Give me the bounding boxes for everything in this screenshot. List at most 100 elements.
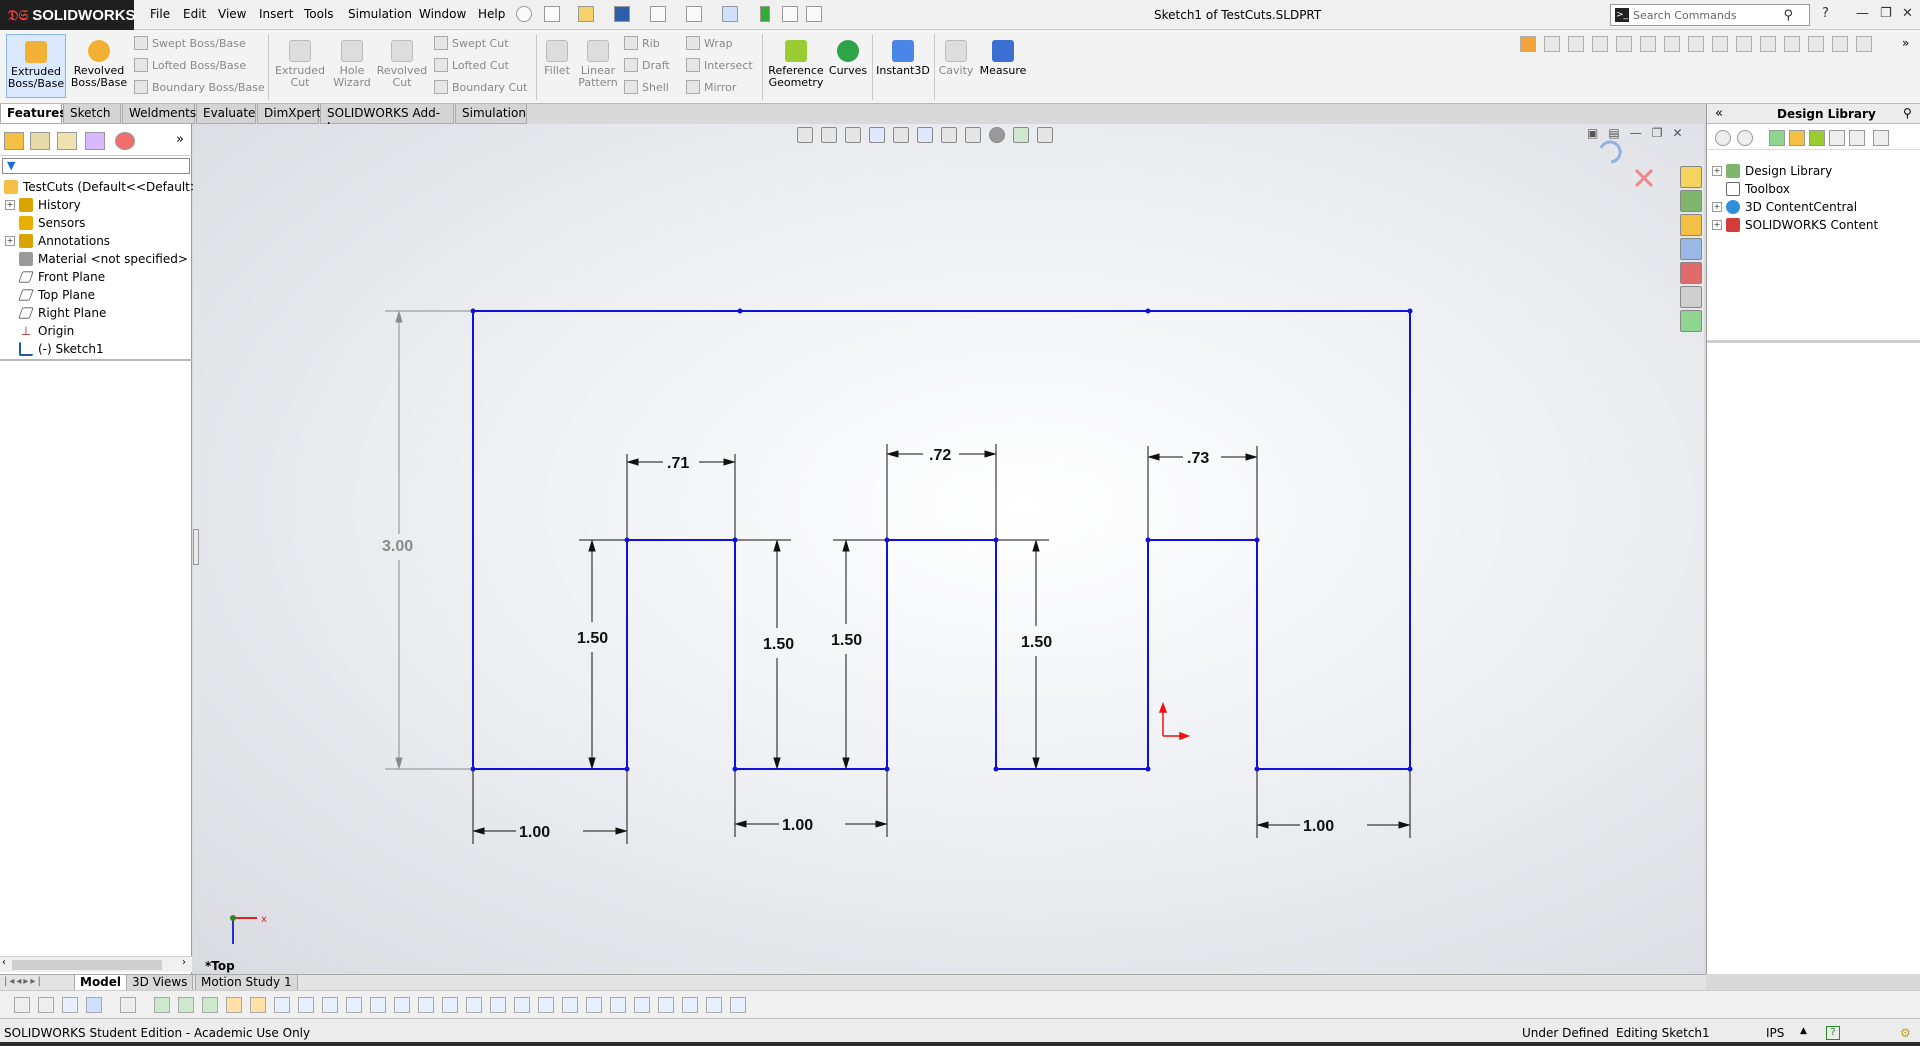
rib-button[interactable]: Rib	[624, 36, 660, 50]
close-icon[interactable]: ✕	[1902, 6, 1913, 24]
sketch-point[interactable]	[624, 537, 630, 543]
search-input[interactable]: Search Commands	[1633, 9, 1737, 22]
hide-show-items-icon[interactable]	[965, 127, 981, 143]
linear-pattern-button[interactable]: Linear Pattern	[576, 34, 620, 89]
tree-item-origin[interactable]: ⊥ Origin	[0, 322, 75, 340]
tree-filter-input[interactable]: ▼	[2, 158, 190, 174]
sketch-point[interactable]	[732, 766, 738, 772]
part-icon[interactable]	[1520, 36, 1536, 52]
scroll-right-icon[interactable]: ›	[182, 957, 186, 968]
view-orientation-icon[interactable]	[917, 127, 933, 143]
tab-weldments[interactable]: Weldments	[122, 104, 196, 124]
tree-item-front-plane[interactable]: Front Plane	[0, 268, 105, 286]
sketch-point[interactable]	[993, 766, 999, 772]
tree-divider[interactable]	[0, 359, 192, 361]
display-manager-icon[interactable]	[115, 132, 135, 150]
sketch-tool-icon[interactable]	[346, 997, 362, 1013]
sketch-tool-icon[interactable]	[154, 997, 170, 1013]
toolbar-icon[interactable]	[1808, 36, 1824, 52]
toolbox-config-icon[interactable]	[1873, 130, 1889, 146]
sketch-tool-icon[interactable]	[634, 997, 650, 1013]
sketch-tool-icon[interactable]	[202, 997, 218, 1013]
view-settings-icon[interactable]	[1037, 127, 1053, 143]
library-item-3d-contentcentral[interactable]: + 3D ContentCentral	[1707, 198, 1857, 216]
toolbar-icon[interactable]	[1592, 36, 1608, 52]
edit-appearance-icon[interactable]	[989, 127, 1005, 143]
sketch-tool-icon[interactable]	[394, 997, 410, 1013]
horizontal-scrollbar[interactable]: ‹ ›	[0, 956, 192, 972]
menu-insert[interactable]: Insert	[259, 7, 293, 21]
sketch-tool-icon[interactable]	[226, 997, 242, 1013]
rebuild-status-icon[interactable]: ⚙	[1900, 1026, 1911, 1040]
dimension-text[interactable]: 1.50	[763, 636, 794, 653]
tab-sketch[interactable]: Sketch	[63, 104, 121, 124]
dimension-labels[interactable]: .71 .72 .73 1.50 1.50 1.50 1.50 1.00 1.0…	[519, 447, 1334, 841]
mirror-button[interactable]: Mirror	[686, 80, 736, 94]
file-properties-icon[interactable]	[782, 6, 798, 22]
dimension-text[interactable]: 1.50	[1021, 634, 1052, 651]
boundary-boss-button[interactable]: Boundary Boss/Base	[134, 80, 265, 94]
fillet-button[interactable]: Fillet	[540, 34, 574, 77]
tab-addins[interactable]: SOLIDWORKS Add-Ins	[320, 104, 454, 134]
sketch-point[interactable]	[470, 766, 476, 772]
resources-tab-icon[interactable]	[1680, 166, 1702, 188]
create-folder-icon[interactable]	[1809, 130, 1825, 146]
sketch-point[interactable]	[993, 537, 999, 543]
view-palette-tab-icon[interactable]	[1680, 238, 1702, 260]
draft-button[interactable]: Draft	[624, 58, 670, 72]
tree-item-right-plane[interactable]: Right Plane	[0, 304, 106, 322]
previous-view-icon[interactable]	[845, 127, 861, 143]
appearances-tab-icon[interactable]	[1680, 262, 1702, 284]
rebuild-traffic-light-icon[interactable]	[760, 6, 770, 22]
viewport-icon[interactable]: ▤	[1608, 126, 1619, 140]
dimxpert-manager-icon[interactable]	[85, 132, 105, 150]
sketch-tool-icon[interactable]	[706, 997, 722, 1013]
sketch-tool-icon[interactable]	[730, 997, 746, 1013]
toolbar-icon[interactable]	[1640, 36, 1656, 52]
sketch-tool-icon[interactable]	[418, 997, 434, 1013]
curves-button[interactable]: Curves	[828, 34, 868, 77]
dimension-text[interactable]: .73	[1187, 450, 1209, 467]
select-icon[interactable]	[86, 997, 102, 1013]
cavity-button[interactable]: Cavity	[938, 34, 974, 77]
graphics-area[interactable]: 3.00 .71 .72 .73 1.50 1.50 1.50 1.50 1.0…	[193, 124, 1704, 974]
shell-button[interactable]: Shell	[624, 80, 669, 94]
sketch-tool-icon[interactable]	[274, 997, 290, 1013]
menu-window[interactable]: Window	[419, 7, 466, 21]
sketch-tool-icon[interactable]	[586, 997, 602, 1013]
tree-root-part[interactable]: TestCuts (Default<<Default>	[0, 178, 200, 196]
toolbar-icon[interactable]	[1856, 36, 1872, 52]
dimension-text[interactable]: 1.00	[782, 817, 813, 834]
help-icon[interactable]: ?	[1822, 6, 1829, 24]
restore-doc-icon[interactable]: ❐	[1652, 126, 1663, 140]
toolbar-icon[interactable]	[1568, 36, 1584, 52]
pane-splitter[interactable]	[1707, 340, 1920, 343]
menu-view[interactable]: View	[218, 7, 246, 21]
expand-icon[interactable]: +	[5, 200, 15, 210]
expand-icon[interactable]: +	[1712, 166, 1722, 176]
sketch-point[interactable]	[732, 537, 738, 543]
tree-item-history[interactable]: + History	[0, 196, 81, 214]
sketch-tool-icon[interactable]	[562, 997, 578, 1013]
refresh-icon[interactable]	[1829, 130, 1845, 146]
revolved-cut-button[interactable]: Revolved Cut	[376, 34, 428, 89]
tree-item-top-plane[interactable]: Top Plane	[0, 286, 95, 304]
forward-icon[interactable]	[1737, 130, 1753, 146]
sketch-tool-icon[interactable]	[610, 997, 626, 1013]
expand-icon[interactable]: +	[1712, 220, 1722, 230]
tree-item-material[interactable]: Material <not specified>	[0, 250, 188, 268]
sketch-tool-icon[interactable]	[514, 997, 530, 1013]
toolbar-icon[interactable]	[1832, 36, 1848, 52]
toolbar-icon[interactable]	[1712, 36, 1728, 52]
sketch-tool-icon[interactable]	[538, 997, 554, 1013]
sketch-tool-icon[interactable]	[466, 997, 482, 1013]
close-doc-icon[interactable]: ✕	[1672, 126, 1682, 140]
options-icon[interactable]	[806, 6, 822, 22]
solidworks-logo[interactable]: 𝔇𝔖 SOLIDWORKS	[0, 0, 136, 30]
sketch-tool-icon[interactable]	[370, 997, 386, 1013]
menu-simulation[interactable]: Simulation	[348, 7, 412, 21]
sketch-tool-icon[interactable]	[658, 997, 674, 1013]
section-view-icon[interactable]	[869, 127, 885, 143]
expand-toolbar-icon[interactable]: »	[1902, 36, 1909, 50]
sketch-tool-icon[interactable]	[490, 997, 506, 1013]
